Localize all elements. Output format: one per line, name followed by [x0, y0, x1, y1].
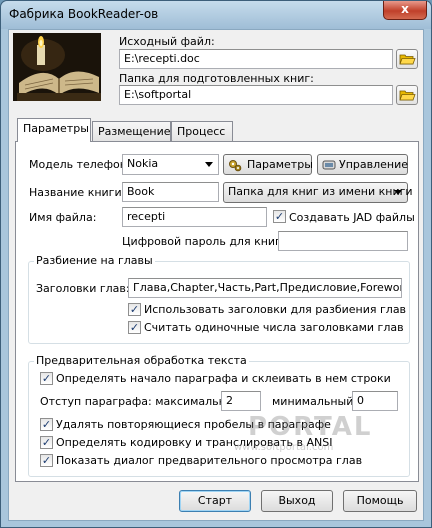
manage-button[interactable]: Управление — [317, 154, 408, 175]
browse-source-button[interactable] — [396, 49, 418, 69]
folder-icon — [399, 54, 416, 65]
single-numbers-checkbox[interactable]: ✓ — [128, 321, 141, 334]
detect-encoding-checkbox[interactable]: ✓ — [40, 436, 53, 449]
folder-names-value: Папка для книг из имени книги — [228, 185, 413, 198]
phone-model-select[interactable]: Nokia — [122, 154, 219, 175]
target-folder-input[interactable]: E:\softportal — [119, 85, 393, 105]
target-folder-label: Папка для подготовленных книг: — [119, 72, 314, 85]
gears-icon — [229, 160, 242, 172]
digit-password-input[interactable] — [278, 231, 408, 251]
file-name-label: Имя файла: — [29, 211, 97, 224]
file-name-input[interactable]: recepti — [122, 207, 267, 227]
indent-min-label: минимальный — [272, 395, 354, 408]
params-tab-panel: Модель телефона: Nokia Параметры Управле… — [15, 141, 419, 482]
phone-params-label: Параметры — [247, 158, 313, 171]
title-bar[interactable]: Фабрика BookReader-ов x — [1, 1, 431, 29]
help-button[interactable]: Помощь — [343, 490, 417, 512]
create-jad-checkbox[interactable]: ✓ — [273, 210, 286, 223]
start-button[interactable]: Старт — [179, 490, 251, 512]
create-jad-label: Создавать JAD файлы — [289, 211, 415, 224]
folder-icon — [399, 90, 416, 101]
browse-target-button[interactable] — [396, 85, 418, 105]
close-button[interactable]: x — [383, 1, 427, 20]
source-file-input[interactable]: E:\recepti.doc — [119, 49, 393, 69]
source-file-label: Исходный файл: — [119, 35, 215, 48]
phone-icon — [322, 160, 336, 170]
indent-min-input[interactable]: 0 — [352, 391, 398, 411]
preprocess-group-title: Предварительная обработка текста — [34, 354, 249, 367]
manage-label: Управление — [339, 158, 409, 171]
client-area: Исходный файл: E:\recepti.doc Папка для … — [8, 29, 424, 521]
chevron-down-icon — [394, 190, 402, 195]
tab-placement[interactable]: Размещение — [92, 121, 171, 141]
chapters-group-title: Разбиение на главы — [34, 254, 155, 267]
exit-button[interactable]: Выход — [261, 490, 333, 512]
window-title: Фабрика BookReader-ов — [9, 7, 159, 21]
folder-names-select[interactable]: Папка для книг из имени книги — [223, 182, 413, 203]
show-preview-label: Показать диалог предварительного просмот… — [56, 454, 363, 467]
remove-spaces-label: Удалять повторяющиеся пробелы в параграф… — [56, 418, 331, 431]
book-name-label: Название книги: — [29, 186, 126, 199]
indent-label: Отступ параграфа: максимальный — [40, 395, 242, 408]
chapter-headers-label: Заголовки глав: — [36, 282, 130, 295]
tab-process[interactable]: Процесс — [171, 121, 233, 141]
phone-model-value: Nokia — [127, 157, 159, 170]
app-window: Фабрика BookReader-ов x Исходный файл: E… — [0, 0, 432, 528]
detect-paragraph-checkbox[interactable]: ✓ — [40, 372, 53, 385]
use-headers-label: Использовать заголовки для разбиения гла… — [144, 303, 407, 316]
indent-max-input[interactable]: 2 — [221, 391, 261, 411]
show-preview-checkbox[interactable]: ✓ — [40, 454, 53, 467]
book-candle-logo — [13, 33, 101, 101]
detect-encoding-label: Определять кодировку и транслировать в A… — [56, 436, 333, 449]
single-numbers-label: Считать одиночные числа заголовками глав — [144, 321, 404, 334]
book-name-input[interactable]: Book — [122, 182, 219, 202]
detect-paragraph-label: Определять начало параграфа и склеивать … — [56, 372, 391, 385]
chapter-headers-input[interactable]: Глава,Chapter,Часть,Part,Предисловие,For… — [128, 278, 402, 298]
use-headers-checkbox[interactable]: ✓ — [128, 303, 141, 316]
remove-spaces-checkbox[interactable]: ✓ — [40, 418, 53, 431]
phone-params-button[interactable]: Параметры — [223, 154, 313, 175]
digit-password-label: Цифровой пароль для книги: — [122, 235, 292, 248]
tab-params[interactable]: Параметры — [17, 118, 91, 142]
chevron-down-icon — [205, 162, 213, 167]
